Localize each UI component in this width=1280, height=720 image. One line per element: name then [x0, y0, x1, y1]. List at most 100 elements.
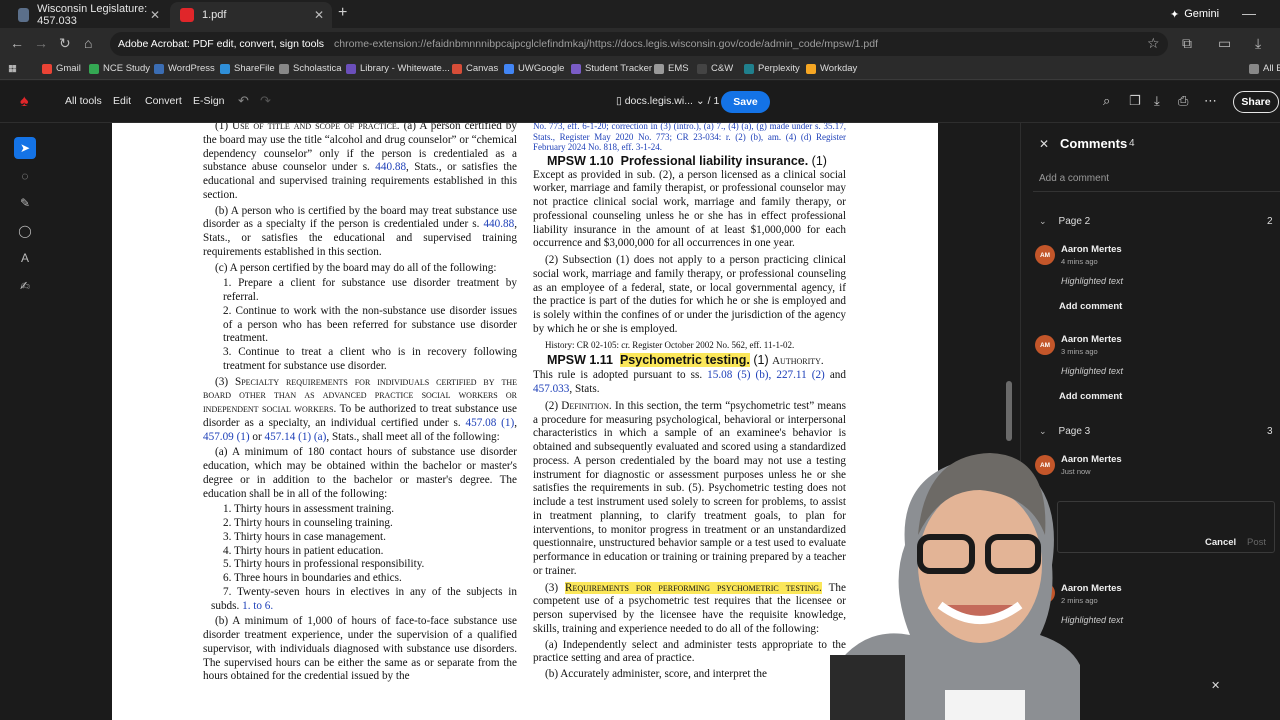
reload-icon[interactable]: ↻ [59, 35, 71, 52]
redo-icon[interactable]: ↷ [260, 93, 271, 109]
list-item: 5. Thirty hours in professional responsi… [223, 558, 425, 571]
tab-pdf[interactable]: 1.pdf ✕ [170, 2, 332, 28]
cancel-button[interactable]: Cancel [1205, 537, 1236, 548]
bookmark-ems[interactable]: EMS [654, 63, 689, 74]
home-icon[interactable]: ⌂ [84, 35, 92, 51]
menu-esign[interactable]: E-Sign [193, 95, 225, 107]
lasso-icon[interactable]: ◯ [14, 220, 36, 242]
document-name-label: docs.legis.wi... [624, 95, 693, 107]
page-thumbnails-icon[interactable]: ❐ [1129, 93, 1141, 109]
gmail-icon [42, 63, 52, 74]
save-button[interactable]: Save [721, 91, 770, 113]
highlighted-subsection-title[interactable]: Requirements for performing psychometric… [565, 581, 822, 594]
bookmark-label: Student Tracker [585, 63, 653, 74]
select-cursor-icon[interactable]: ➤ [14, 137, 36, 159]
menu-all-tools[interactable]: All tools [65, 95, 102, 107]
back-icon[interactable]: ← [10, 35, 24, 51]
page-group-2[interactable]: ⌄ Page 2 [1039, 216, 1090, 227]
close-icon[interactable]: ✕ [1211, 679, 1220, 692]
bookmark-perplexity[interactable]: Perplexity [744, 63, 800, 74]
comment-reply-input[interactable] [1057, 501, 1275, 553]
list-item: 7. Twenty-seven hours in electives in an… [203, 586, 517, 614]
paragraph: (c) A person certified by the board may … [215, 261, 497, 274]
bookmark-star-icon[interactable]: ☆ [1147, 35, 1160, 52]
draw-pen-icon[interactable]: ✎ [14, 192, 36, 214]
share-button[interactable]: Share [1233, 91, 1279, 113]
bookmark-label: Workday [820, 63, 858, 74]
statute-link[interactable]: 440.88 [483, 218, 514, 230]
bookmark-label: Gmail [56, 63, 81, 74]
add-comment-input[interactable]: Add a comment [1039, 173, 1109, 184]
close-icon[interactable]: ✕ [1039, 137, 1049, 151]
text-box-icon[interactable]: A [14, 247, 36, 269]
highlighted-section-title[interactable]: Psychometric testing. [619, 353, 750, 368]
gemini-button[interactable]: ✦ Gemini [1162, 4, 1227, 24]
comment-text[interactable]: Highlighted text [1061, 366, 1123, 376]
search-icon[interactable]: ⌕ [1103, 93, 1110, 109]
address-bar[interactable]: Adobe Acrobat: PDF edit, convert, sign t… [110, 32, 1168, 56]
bookmark-sharefile[interactable]: ShareFile [220, 63, 275, 74]
cast-icon[interactable]: ▭ [1218, 35, 1231, 52]
statute-link[interactable]: 15.08 (5) (b), 227.11 (2) [707, 369, 825, 381]
comment-text[interactable]: Highlighted text [1061, 276, 1123, 286]
list-item: 3. Continue to treat a client who is in … [223, 346, 517, 372]
folder-icon [1249, 63, 1259, 74]
more-options-icon[interactable]: ⋯ [1204, 93, 1217, 109]
statute-link[interactable]: 440.88 [375, 161, 406, 173]
scholastica-icon [279, 63, 289, 74]
document-name[interactable]: ▯ docs.legis.wi... ⌄ / 1 [616, 95, 719, 107]
bookmark-canvas[interactable]: Canvas [452, 63, 498, 74]
history-links[interactable]: No. 773, eff. 6-1-20; correction in (3) … [533, 123, 846, 153]
section-number: MPSW 1.10 [547, 153, 614, 168]
bookmark-uwgoogle[interactable]: UWGoogle [504, 63, 564, 74]
all-bookmarks[interactable]: All B [1249, 63, 1280, 74]
print-icon[interactable]: ⎙ [1178, 93, 1188, 109]
statute-link[interactable]: 457.14 (1) (a) [265, 431, 327, 443]
extensions-icon[interactable]: ⧉ [1182, 35, 1192, 52]
sign-icon[interactable]: ✍ [14, 275, 36, 297]
subsection-number: (1) [808, 153, 827, 168]
post-button[interactable]: Post [1247, 537, 1266, 548]
tab-title: 1.pdf [202, 9, 227, 21]
bookmark-gmail[interactable]: Gmail [42, 63, 81, 74]
statute-link[interactable]: 457.09 (1) [203, 431, 250, 443]
gemini-label: Gemini [1184, 8, 1220, 20]
presenter-shirt [945, 690, 1025, 720]
undo-icon[interactable]: ↶ [238, 93, 249, 109]
menu-convert[interactable]: Convert [145, 95, 182, 107]
bookmark-nce-study[interactable]: NCE Study [89, 63, 150, 74]
menu-edit[interactable]: Edit [113, 95, 131, 107]
forward-icon[interactable]: → [34, 35, 48, 51]
bookmark-wordpress[interactable]: WordPress [154, 63, 215, 74]
tab-close-icon[interactable]: ✕ [314, 8, 324, 22]
minimize-icon[interactable]: — [1242, 5, 1256, 21]
perplexity-icon [744, 63, 754, 74]
bookmark-student-tracker[interactable]: Student Tracker [571, 63, 652, 74]
bookmark-workday[interactable]: Workday [806, 63, 857, 74]
bookmark-library[interactable]: Library - Whitewate... [346, 63, 450, 74]
left-column: (1) Use of title and scope of practice. … [203, 123, 517, 684]
paragraph: (a) Independently select and administer … [533, 638, 846, 665]
add-comment-link[interactable]: Add comment [1059, 301, 1122, 312]
history-note: History: CR 02-105: cr. Register October… [545, 339, 795, 350]
tab-close-icon[interactable]: ✕ [150, 8, 160, 22]
bookmark-scholastica[interactable]: Scholastica [279, 63, 342, 74]
download-icon[interactable]: ⤓ [1255, 35, 1261, 52]
apps-grid-icon[interactable]: ▦ [8, 63, 17, 74]
canvas-icon [452, 63, 462, 74]
library-icon [346, 63, 356, 74]
statute-link[interactable]: 457.033 [533, 383, 569, 395]
paragraph-text: , Stats., shall meet all of the followin… [326, 430, 500, 443]
subsection-title: Authority. [772, 355, 824, 368]
download-icon[interactable]: ⤓ [1154, 93, 1160, 109]
acrobat-logo-icon[interactable]: ♠ [20, 93, 38, 111]
tab-wisconsin-legislature[interactable]: Wisconsin Legislature: 457.033 ✕ [8, 2, 168, 28]
comment-icon[interactable]: ◌ [14, 165, 36, 187]
bookmark-cw[interactable]: C&W [697, 63, 733, 74]
new-tab-icon[interactable]: + [338, 4, 347, 22]
add-comment-link[interactable]: Add comment [1059, 391, 1122, 402]
subsection-title: Use of title and scope of practice. [232, 123, 400, 132]
paragraph-text: (b) A person who is certified by the boa… [203, 204, 517, 231]
subdivision-link[interactable]: 1. to 6. [242, 600, 273, 612]
statute-link[interactable]: 457.08 (1) [466, 417, 515, 429]
